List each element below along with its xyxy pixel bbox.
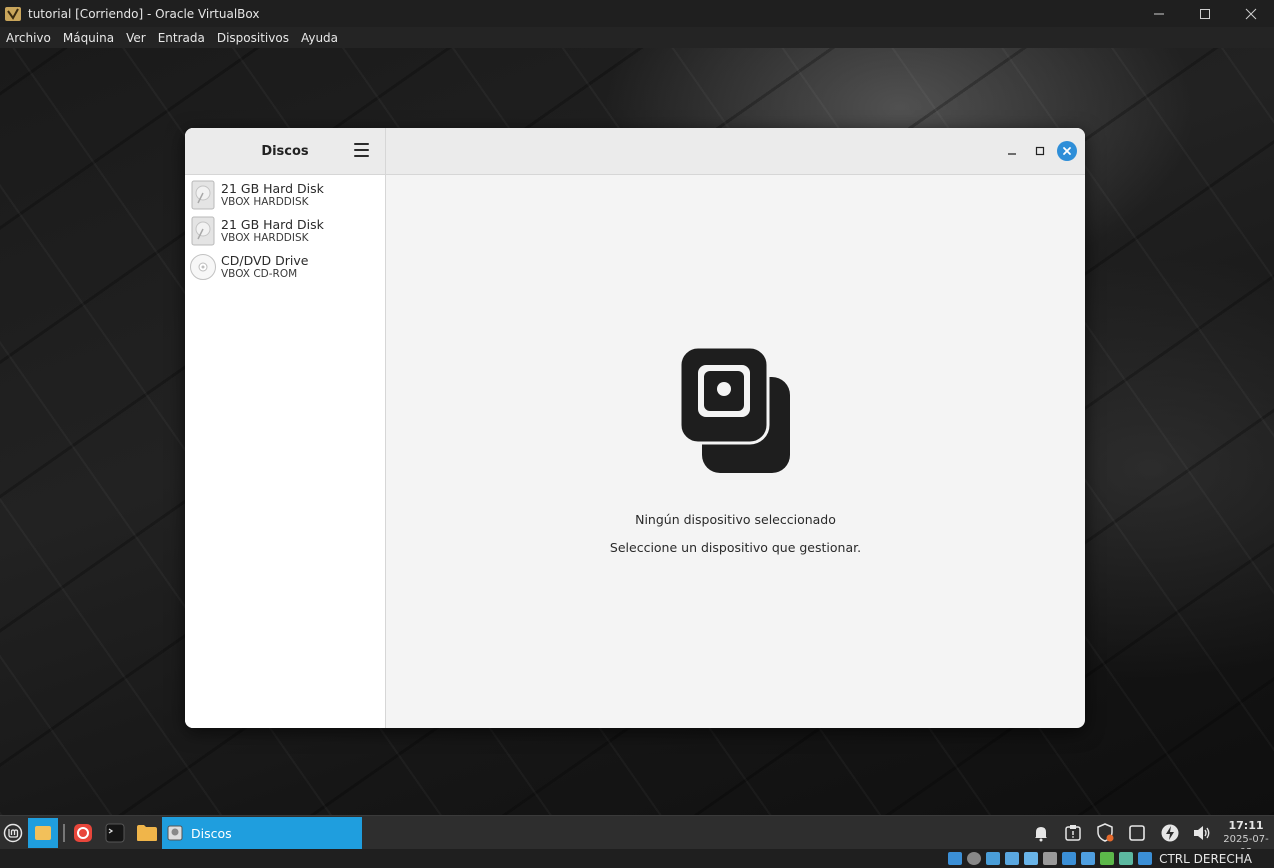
volume-icon [1194, 826, 1210, 840]
menu-ayuda[interactable]: Ayuda [295, 31, 344, 45]
show-desktop-icon [35, 826, 51, 840]
terminal-icon [105, 823, 125, 843]
menu-entrada[interactable]: Entrada [152, 31, 211, 45]
empty-state-title: Ningún dispositivo seleccionado [635, 512, 836, 527]
maximize-icon [1035, 146, 1045, 156]
empty-state: Ningún dispositivo seleccionado Seleccio… [386, 175, 1085, 728]
optical-status-icon[interactable] [967, 852, 982, 865]
disks-maximize-button[interactable] [1030, 141, 1050, 161]
device-model: VBOX CD-ROM [221, 268, 298, 280]
taskbar-separator [63, 824, 65, 842]
close-window-button[interactable] [1228, 0, 1274, 27]
menu-ver[interactable]: Ver [120, 31, 152, 45]
device-detail-pane: Ningún dispositivo seleccionado Seleccio… [386, 128, 1085, 728]
close-icon [1245, 8, 1257, 19]
virtualbox-app-icon [5, 6, 21, 21]
usb-status-icon[interactable] [1024, 852, 1039, 865]
disks-icon [167, 825, 183, 841]
network-status-icon[interactable] [1005, 852, 1020, 865]
audio-status-icon[interactable] [986, 852, 1001, 865]
taskbar-window-discos[interactable]: Discos [162, 817, 362, 849]
notifications-icon [1035, 827, 1047, 842]
minimize-icon [1154, 13, 1164, 14]
harddisk-icon [191, 180, 215, 210]
device-name: CD/DVD Drive [221, 253, 309, 268]
sidebar-header: Discos [185, 128, 385, 175]
firefox-launcher[interactable] [70, 820, 96, 846]
clipboard-tray[interactable] [1127, 823, 1147, 843]
virtualbox-titlebar: tutorial [Corriendo] - Oracle VirtualBox [0, 0, 1274, 27]
mint-menu-icon [3, 823, 23, 843]
power-tray[interactable] [1160, 823, 1180, 843]
guest-taskbar: Discos 17:11 2025-07-03 [0, 815, 1274, 858]
shield-tray[interactable] [1095, 823, 1115, 843]
harddisk-icon [191, 216, 215, 246]
virtualbox-statusbar: CTRL DERECHA [0, 849, 1274, 868]
menu-archivo[interactable]: Archivo [0, 31, 57, 45]
mint-menu-button[interactable] [0, 820, 26, 846]
files-icon [137, 825, 157, 841]
clipboard-icon [1129, 825, 1145, 841]
main-headerbar [386, 128, 1085, 175]
disks-placeholder-icon [678, 345, 790, 473]
device-item-harddisk-1[interactable]: 21 GB Hard Disk VBOX HARDDISK [185, 177, 385, 213]
optical-drive-icon [190, 254, 216, 280]
window-title: tutorial [Corriendo] - Oracle VirtualBox [28, 6, 260, 21]
host-key-label: CTRL DERECHA [1159, 851, 1252, 866]
maximize-icon [1200, 8, 1210, 19]
minimize-icon [1008, 153, 1016, 155]
terminal-launcher[interactable] [102, 820, 128, 846]
power-icon [1161, 824, 1179, 842]
virtualbox-menubar: Archivo Máquina Ver Entrada Dispositivos… [0, 27, 1274, 48]
maximize-window-button[interactable] [1182, 0, 1228, 27]
device-item-harddisk-2[interactable]: 21 GB Hard Disk VBOX HARDDISK [185, 213, 385, 249]
notifications-tray[interactable] [1031, 823, 1051, 843]
cpu-status-icon[interactable] [1100, 852, 1115, 865]
firefox-icon [74, 824, 92, 842]
disks-close-button[interactable] [1057, 141, 1077, 161]
device-list: 21 GB Hard Disk VBOX HARDDISK 21 GB Hard… [185, 175, 385, 285]
menu-maquina[interactable]: Máquina [57, 31, 120, 45]
disks-minimize-button[interactable] [1002, 141, 1022, 161]
files-launcher[interactable] [134, 820, 160, 846]
close-icon [1063, 147, 1071, 155]
shield-icon [1097, 823, 1114, 842]
device-sidebar: Discos 21 GB Hard Disk VBOX HARDDISK 21 … [185, 128, 386, 728]
menu-dispositivos[interactable]: Dispositivos [211, 31, 295, 45]
device-name: 21 GB Hard Disk [221, 217, 324, 232]
disks-window: Discos 21 GB Hard Disk VBOX HARDDISK 21 … [185, 128, 1085, 728]
volume-tray[interactable] [1192, 823, 1212, 843]
clock-time: 17:11 [1228, 819, 1264, 832]
display-status-icon[interactable] [1062, 852, 1077, 865]
harddisk-status-icon[interactable] [948, 852, 963, 865]
shared-folders-status-icon[interactable] [1043, 852, 1058, 865]
keyboard-status-icon[interactable] [1138, 852, 1153, 865]
device-model: VBOX HARDDISK [221, 232, 309, 244]
update-manager-icon [1065, 825, 1081, 841]
device-name: 21 GB Hard Disk [221, 181, 324, 196]
hamburger-icon [354, 143, 369, 145]
mouse-integration-status-icon[interactable] [1119, 852, 1134, 865]
device-model: VBOX HARDDISK [221, 196, 309, 208]
app-title: Discos [261, 143, 309, 159]
show-desktop-button[interactable] [28, 818, 58, 848]
recording-status-icon[interactable] [1081, 852, 1096, 865]
minimize-window-button[interactable] [1136, 0, 1182, 27]
taskbar-window-label: Discos [191, 825, 232, 841]
device-item-cdrom[interactable]: CD/DVD Drive VBOX CD-ROM [185, 249, 385, 285]
main-menu-button[interactable] [354, 143, 369, 157]
empty-state-description: Seleccione un dispositivo que gestionar. [609, 540, 862, 555]
update-manager-tray[interactable] [1063, 823, 1083, 843]
